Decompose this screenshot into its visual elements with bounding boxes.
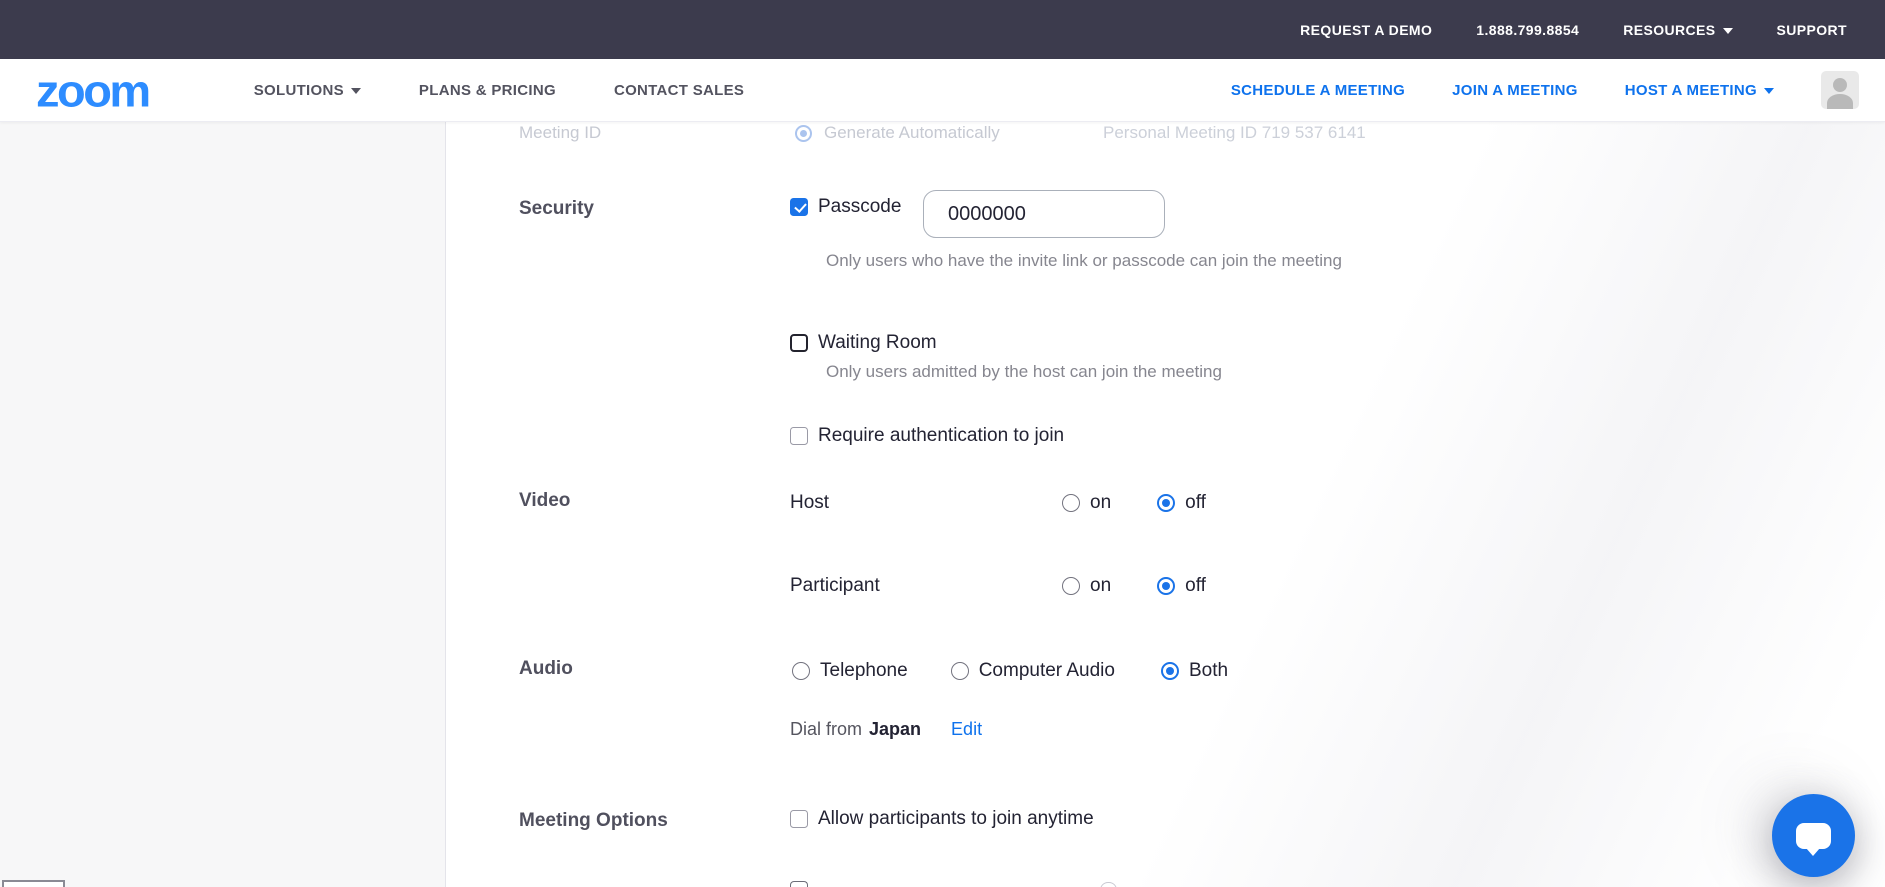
telephone-radio[interactable] — [792, 662, 810, 680]
passcode-helper-text: Only users who have the invite link or p… — [826, 251, 1342, 270]
support-link[interactable]: SUPPORT — [1777, 22, 1847, 38]
nav-solutions[interactable]: SOLUTIONS — [254, 82, 361, 99]
nav-plans-pricing[interactable]: PLANS & PRICING — [419, 82, 556, 99]
generate-automatically-radio[interactable] — [795, 124, 812, 142]
clipped-next-checkbox[interactable] — [790, 881, 808, 887]
dial-from-country: Japan — [869, 719, 922, 739]
passcode-checkbox[interactable] — [790, 198, 808, 216]
participant-video-label: Participant — [790, 575, 880, 596]
require-auth-checkbox[interactable] — [790, 427, 808, 445]
meeting-id-label: Meeting ID — [519, 123, 602, 142]
host-on-radio[interactable] — [1062, 494, 1080, 512]
video-section-label: Video — [519, 490, 571, 511]
zoom-logo[interactable]: zoom — [36, 67, 151, 112]
participant-on-label: on — [1090, 575, 1112, 596]
phone-number[interactable]: 1.888.799.8854 — [1476, 22, 1579, 38]
resources-label: RESOURCES — [1623, 21, 1716, 38]
join-anytime-checkbox[interactable] — [790, 810, 808, 828]
nav-left-group: SOLUTIONS PLANS & PRICING CONTACT SALES — [254, 82, 745, 99]
schedule-meeting-link[interactable]: SCHEDULE A MEETING — [1231, 82, 1405, 99]
chevron-down-icon — [350, 87, 361, 94]
edit-dial-in-link[interactable]: Edit — [951, 719, 982, 740]
profile-avatar[interactable] — [1821, 71, 1859, 109]
telephone-label: Telephone — [820, 660, 908, 681]
passcode-row: Passcode — [790, 196, 901, 218]
clipped-next-radio[interactable] — [1100, 882, 1117, 887]
participant-off-radio[interactable] — [1157, 577, 1176, 595]
security-section-label: Security — [519, 198, 594, 219]
host-video-label: Host — [790, 492, 830, 513]
main-navbar: zoom SOLUTIONS PLANS & PRICING CONTACT S… — [0, 59, 1885, 122]
generate-automatically-label[interactable]: Generate Automatically — [824, 123, 1000, 143]
chat-widget-button[interactable] — [1772, 794, 1855, 877]
dial-from-prefix: Dial from — [790, 719, 863, 739]
resources-menu[interactable]: RESOURCES — [1623, 21, 1733, 38]
join-anytime-label: Allow participants to join anytime — [818, 808, 1094, 829]
require-auth-row: Require authentication to join — [790, 425, 1064, 447]
both-radio[interactable] — [1160, 662, 1179, 680]
chat-bubble-icon — [1796, 822, 1831, 856]
meeting-options-section-label: Meeting Options — [519, 810, 668, 831]
computer-audio-label: Computer Audio — [978, 660, 1115, 681]
host-on-label: on — [1090, 492, 1112, 513]
audio-section-label: Audio — [519, 658, 573, 679]
participant-on-radio[interactable] — [1062, 577, 1080, 595]
join-meeting-link[interactable]: JOIN A MEETING — [1452, 82, 1578, 99]
solutions-label: SOLUTIONS — [253, 81, 344, 99]
both-label: Both — [1188, 660, 1229, 681]
request-demo-link[interactable]: REQUEST A DEMO — [1300, 22, 1432, 38]
nav-contact-sales[interactable]: CONTACT SALES — [614, 82, 744, 99]
avatar-person-icon — [1827, 94, 1853, 109]
personal-meeting-id-label[interactable]: Personal Meeting ID 719 537 6141 — [1103, 123, 1366, 143]
chevron-down-icon — [1722, 27, 1733, 34]
host-meeting-label: HOST A MEETING — [1624, 81, 1757, 99]
audio-radios: Telephone Computer Audio Both — [792, 660, 1228, 682]
nav-right-group: SCHEDULE A MEETING JOIN A MEETING HOST A… — [1231, 71, 1859, 109]
host-off-label: off — [1185, 492, 1206, 513]
meeting-id-row-clipped: Meeting ID Generate Automatically Person… — [446, 122, 1885, 149]
require-auth-label: Require authentication to join — [818, 425, 1065, 446]
clipped-bottom-left-box — [2, 880, 65, 887]
computer-audio-radio[interactable] — [950, 662, 969, 680]
avatar-person-icon — [1833, 78, 1847, 92]
passcode-input[interactable] — [923, 190, 1165, 238]
participant-off-label: off — [1185, 575, 1206, 596]
host-off-radio[interactable] — [1157, 494, 1176, 512]
dial-from-row: Dial from Japan Edit — [790, 719, 982, 740]
participant-video-radios: on off — [1062, 575, 1206, 597]
left-gutter-panel — [0, 122, 446, 887]
top-utility-bar: REQUEST A DEMO 1.888.799.8854 RESOURCES … — [0, 0, 1885, 59]
waiting-room-helper-text: Only users admitted by the host can join… — [826, 362, 1222, 381]
waiting-room-checkbox[interactable] — [790, 334, 808, 352]
join-anytime-row: Allow participants to join anytime — [790, 808, 1094, 830]
host-video-radios: on off — [1062, 492, 1206, 514]
waiting-room-label: Waiting Room — [818, 332, 937, 353]
schedule-meeting-form: Meeting ID Generate Automatically Person… — [446, 122, 1885, 887]
chevron-down-icon — [1764, 87, 1774, 94]
waiting-room-row: Waiting Room — [790, 332, 937, 354]
host-meeting-menu[interactable]: HOST A MEETING — [1625, 82, 1774, 99]
passcode-label: Passcode — [818, 196, 902, 217]
page-body: Meeting ID Generate Automatically Person… — [0, 122, 1885, 887]
